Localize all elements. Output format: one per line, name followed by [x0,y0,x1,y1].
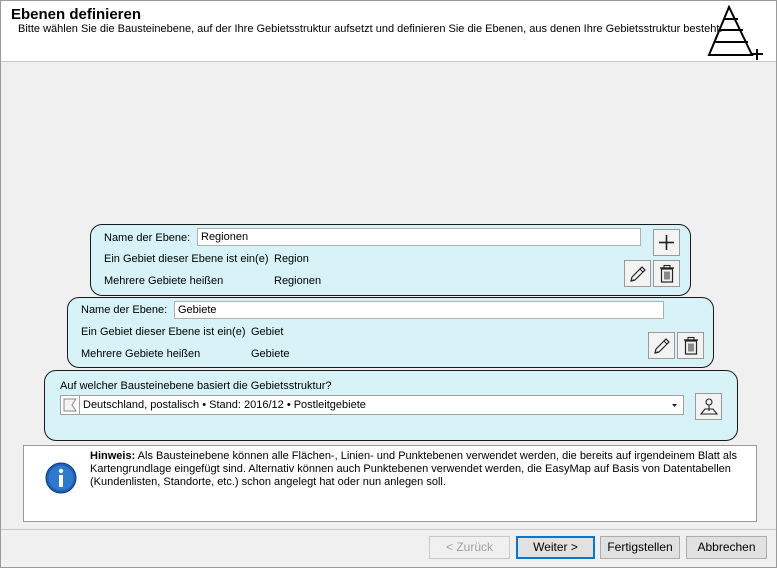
level-plural-label: Mehrere Gebiete heißen [81,348,201,360]
page-subtitle: Bitte wählen Sie die Bausteinebene, auf … [18,23,723,35]
level-name-label: Name der Ebene: [81,304,168,316]
level-singular-value: Region [274,253,309,265]
level-singular-label: Ein Gebiet dieser Ebene ist ein(e) [104,253,269,265]
level-singular-value: Gebiet [251,326,284,338]
base-layer-selected: Deutschland, postalisch • Stand: 2016/12… [83,399,366,411]
trash-icon [683,336,698,355]
hint-box: Hinweis: Als Bausteinebene können alle F… [23,445,757,522]
info-icon [45,462,77,494]
select-base-layer-button[interactable] [695,393,722,420]
footer-divider [1,529,776,530]
level-plural-value: Gebiete [251,348,290,360]
pyramid-plus-icon [707,5,763,60]
pencil-icon [629,265,646,282]
cancel-button[interactable]: Abbrechen [686,536,767,559]
level-name-input[interactable]: Regionen [197,228,641,246]
level-name-label: Name der Ebene: [104,232,191,244]
chevron-down-icon [672,404,677,407]
polygon-layer-icon [63,398,77,412]
base-layer-dropdown[interactable]: Deutschland, postalisch • Stand: 2016/12… [60,395,684,415]
level-name-input[interactable]: Gebiete [174,301,664,319]
edit-level-button[interactable] [648,332,675,359]
delete-level-button[interactable] [653,260,680,287]
plus-icon [659,235,674,250]
trash-icon [659,264,674,283]
edit-level-button[interactable] [624,260,651,287]
level-plural-label: Mehrere Gebiete heißen [104,275,224,287]
back-button[interactable]: < Zurück [429,536,510,559]
hint-text: Hinweis: Als Bausteinebene können alle F… [90,450,752,489]
pencil-icon [653,337,670,354]
level-singular-label: Ein Gebiet dieser Ebene ist ein(e) [81,326,246,338]
hint-label: Hinweis: [90,450,136,462]
add-level-button[interactable] [653,229,680,256]
page-title: Ebenen definieren [11,6,142,23]
finish-button[interactable]: Fertigstellen [600,536,680,559]
level-plural-value: Regionen [274,275,322,287]
next-button[interactable]: Weiter > [516,536,595,559]
level-panel-regionen: Name der Ebene: Regionen Ein Gebiet dies… [90,224,691,296]
level-panel-gebiete: Name der Ebene: Gebiete Ein Gebiet diese… [67,297,714,368]
base-layer-question: Auf welcher Bausteinebene basiert die Ge… [60,380,332,392]
wizard-header: Ebenen definieren Bitte wählen Sie die B… [1,1,776,62]
hint-body: Als Bausteinebene können alle Flächen-, … [90,450,737,488]
delete-level-button[interactable] [677,332,704,359]
map-pin-icon [699,397,718,415]
